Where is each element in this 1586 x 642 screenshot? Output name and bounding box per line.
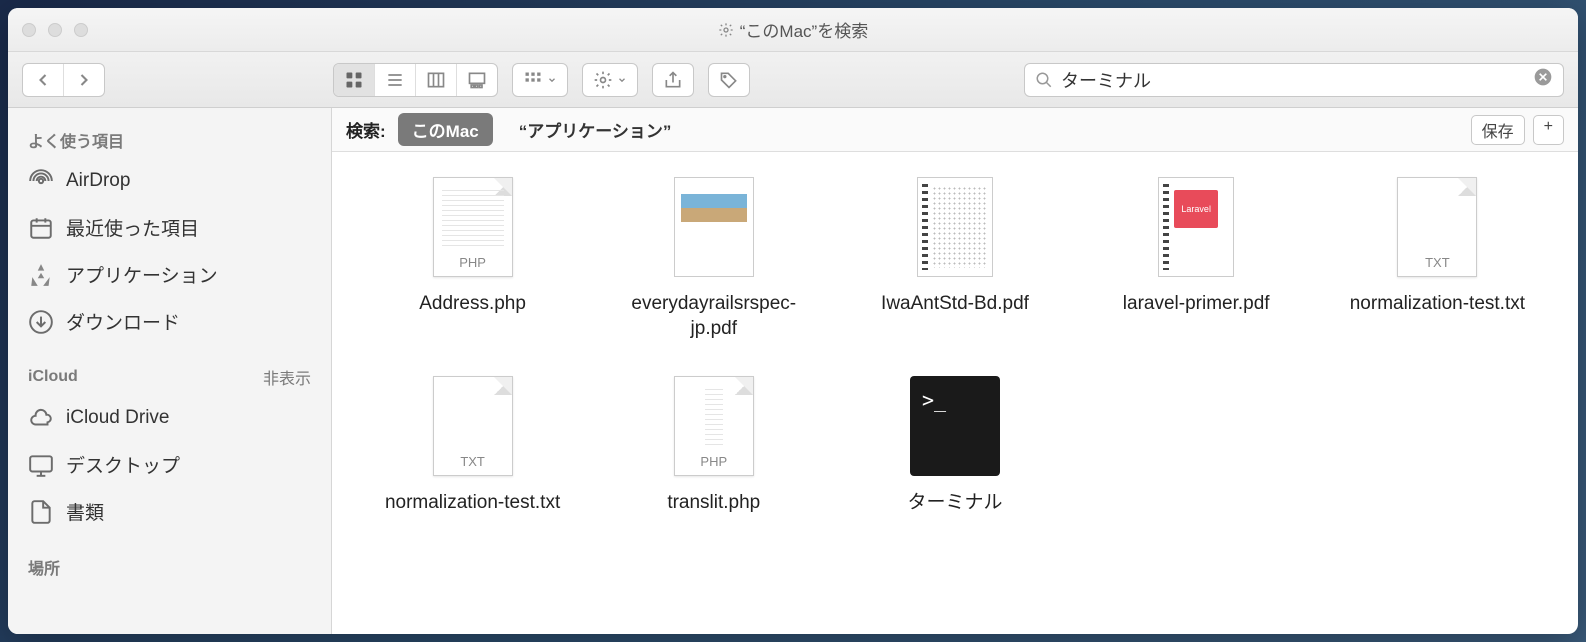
file-item[interactable]: TXT normalization-test.txt [1327, 172, 1548, 341]
file-icon: Laravel [1151, 172, 1241, 282]
view-column-button[interactable] [416, 64, 457, 96]
cloud-icon [28, 405, 54, 431]
airdrop-icon [28, 168, 54, 194]
search-scope-bar: 検索: このMac “アプリケーション” 保存 + [332, 108, 1578, 152]
locations-header: 場所 [8, 549, 331, 585]
window-title-text: “このMac”を検索 [740, 17, 868, 42]
sidebar-item-downloads[interactable]: ダウンロード [8, 298, 331, 345]
sidebar: よく使う項目 AirDrop 最近使った項目 アプリケーション ダウンロード [8, 108, 332, 634]
file-item[interactable]: Laravel laravel-primer.pdf [1086, 172, 1307, 341]
document-icon [28, 499, 54, 525]
file-icon: PHP [428, 172, 518, 282]
file-item[interactable]: everydayrailsrspec-jp.pdf [603, 172, 824, 341]
arrange-dropdown[interactable] [512, 63, 568, 97]
view-icon-button[interactable] [334, 64, 375, 96]
window-title: “このMac”を検索 [8, 17, 1578, 42]
nav-buttons [22, 63, 105, 97]
zoom-button[interactable] [74, 23, 88, 37]
view-list-button[interactable] [375, 64, 416, 96]
tags-button[interactable] [708, 63, 750, 97]
share-button[interactable] [652, 63, 694, 97]
icloud-toggle[interactable]: 非表示 [263, 365, 311, 389]
file-item[interactable]: PHP Address.php [362, 172, 583, 341]
clear-search-icon[interactable] [1533, 67, 1553, 92]
titlebar: “このMac”を検索 [8, 8, 1578, 52]
search-field[interactable] [1024, 63, 1564, 97]
sidebar-item-applications[interactable]: アプリケーション [8, 251, 331, 298]
file-item[interactable]: IwaAntStd-Bd.pdf [844, 172, 1065, 341]
sidebar-item-label: AirDrop [66, 170, 130, 192]
close-button[interactable] [22, 23, 36, 37]
file-name: ターミナル [907, 491, 1002, 516]
toolbar [8, 52, 1578, 108]
terminal-app-icon: >_ [910, 371, 1000, 481]
file-icon [910, 172, 1000, 282]
sidebar-item-recents[interactable]: 最近使った項目 [8, 204, 331, 251]
file-icon: TXT [428, 371, 518, 481]
file-icon [669, 172, 759, 282]
file-icon: TXT [1392, 172, 1482, 282]
forward-button[interactable] [64, 64, 104, 96]
sidebar-item-label: ダウンロード [66, 308, 180, 335]
file-name: translit.php [667, 491, 760, 516]
icloud-header: iCloud 非表示 [8, 359, 331, 395]
file-name: laravel-primer.pdf [1123, 292, 1270, 317]
search-input[interactable] [1061, 69, 1525, 90]
clock-icon [28, 215, 54, 241]
sidebar-item-label: アプリケーション [66, 261, 218, 288]
save-search-button[interactable]: 保存 [1471, 115, 1525, 145]
file-name: normalization-test.txt [1350, 292, 1525, 317]
sidebar-item-label: デスクトップ [66, 451, 180, 478]
scope-applications[interactable]: “アプリケーション” [505, 113, 686, 146]
sidebar-item-documents[interactable]: 書類 [8, 488, 331, 535]
file-item[interactable]: PHP translit.php [603, 371, 824, 516]
file-name: IwaAntStd-Bd.pdf [881, 292, 1029, 317]
scope-label: 検索: [346, 117, 386, 142]
sidebar-item-label: 最近使った項目 [66, 214, 199, 241]
file-name: normalization-test.txt [385, 491, 560, 516]
sidebar-item-label: 書類 [66, 498, 104, 525]
search-icon [1035, 71, 1053, 89]
back-button[interactable] [23, 64, 64, 96]
minimize-button[interactable] [48, 23, 62, 37]
view-gallery-button[interactable] [457, 64, 497, 96]
download-icon [28, 309, 54, 335]
sidebar-item-airdrop[interactable]: AirDrop [8, 158, 331, 204]
sidebar-item-desktop[interactable]: デスクトップ [8, 441, 331, 488]
favorites-header: よく使う項目 [8, 122, 331, 158]
add-criteria-button[interactable]: + [1533, 115, 1564, 145]
finder-window: “このMac”を検索 [8, 8, 1578, 634]
sidebar-item-label: iCloud Drive [66, 407, 169, 429]
sidebar-item-icloud-drive[interactable]: iCloud Drive [8, 395, 331, 441]
desktop-icon [28, 452, 54, 478]
file-item[interactable]: TXT normalization-test.txt [362, 371, 583, 516]
file-icon: PHP [669, 371, 759, 481]
traffic-lights [22, 23, 88, 37]
main-content: 検索: このMac “アプリケーション” 保存 + PHP Address.ph… [332, 108, 1578, 634]
file-name: Address.php [419, 292, 526, 317]
scope-this-mac[interactable]: このMac [398, 113, 493, 146]
file-name: everydayrailsrspec-jp.pdf [614, 292, 814, 341]
view-mode [333, 63, 498, 97]
apps-icon [28, 262, 54, 288]
smart-folder-icon [718, 22, 734, 38]
file-grid: PHP Address.php everydayrailsrspec-jp.pd… [332, 152, 1578, 634]
file-item[interactable]: >_ ターミナル [844, 371, 1065, 516]
action-dropdown[interactable] [582, 63, 638, 97]
